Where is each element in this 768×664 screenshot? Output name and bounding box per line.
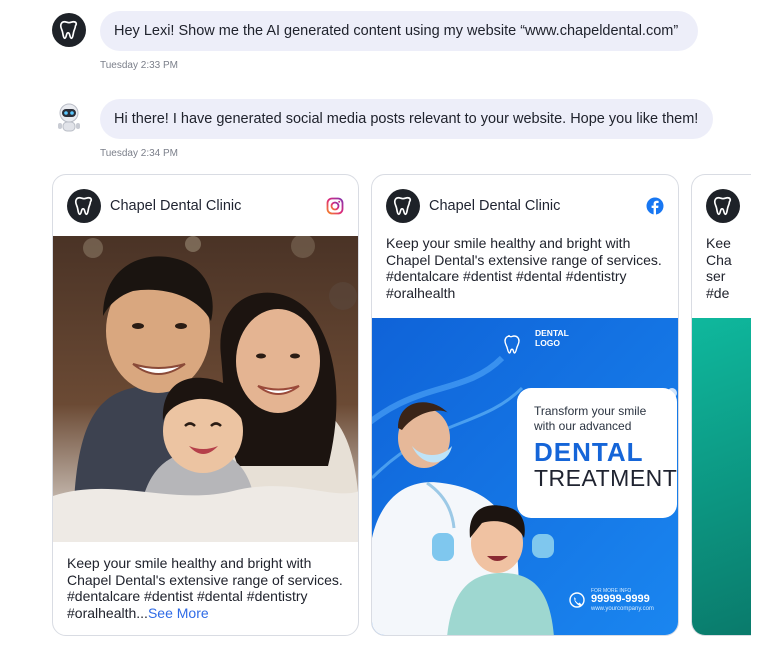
partial-caption-line: #de [706,284,730,301]
partial-caption-line: Kee [706,235,731,251]
post-caption: Keep your smile healthy and bright with … [67,555,347,621]
clinic-logo [67,189,101,223]
instagram-icon[interactable] [326,197,344,215]
promo-tagline-line1: Transform your smile [534,404,647,418]
brand-name: Chapel Dental Clinic [429,198,561,214]
user-message-timestamp: Tuesday 2:33 PM [100,60,179,71]
promo-tagline: Transform your smile with our advanced [534,404,646,434]
promo-logo-text: DENTAL LOGO [535,328,569,348]
promo-logo-line1: DENTAL [535,328,569,338]
promo-website: www.yourcompany.com [591,606,654,612]
post-card-instagram[interactable]: Chapel Dental Clinic Keep your smile hea… [52,174,359,636]
post-card-partial[interactable]: Kee Cha ser #de [691,174,751,636]
promo-tagline-line2: with our advanced [534,419,632,433]
family-smiling-photo [53,236,358,542]
partial-caption-line: Cha [706,251,732,268]
post-caption: Keep your smile healthy and bright with … [386,235,666,301]
promo-logo-line2: LOGO [535,338,561,348]
see-more-link[interactable]: See More [148,605,209,621]
dental-treatment-promo-image: DENTAL LOGO Transform your smile with ou… [372,318,678,635]
brand-name: Chapel Dental Clinic [110,198,242,214]
user-message-bubble: Hey Lexi! Show me the AI generated conte… [100,11,698,51]
facebook-icon[interactable] [646,197,664,215]
clinic-logo [386,189,420,223]
user-avatar [52,13,86,47]
tooth-icon [713,196,732,216]
post-header: Chapel Dental Clinic [386,189,664,223]
partial-caption-line: ser [706,268,726,284]
user-message-text: Hey Lexi! Show me the AI generated conte… [114,23,679,39]
post-caption-text: Keep your smile healthy and bright with … [386,235,662,301]
post-card-facebook[interactable]: Chapel Dental Clinic Keep your smile hea… [371,174,679,636]
bot-message-timestamp: Tuesday 2:34 PM [100,148,179,159]
post-header: Chapel Dental Clinic [67,189,344,223]
partial-promo-image [692,318,751,635]
tooth-icon [74,196,93,216]
bot-message-text: Hi there! I have generated social media … [114,111,699,127]
bot-avatar [52,101,86,135]
tooth-icon [393,196,412,216]
bot-message-bubble: Hi there! I have generated social media … [100,99,713,139]
tooth-icon [59,20,78,40]
promo-phone: 99999-9999 [591,593,650,605]
clinic-logo [706,189,740,223]
promo-headline-dental: DENTAL [534,437,644,467]
promo-headline-treatment: TREATMENT [534,465,678,491]
robot-icon [58,103,80,132]
